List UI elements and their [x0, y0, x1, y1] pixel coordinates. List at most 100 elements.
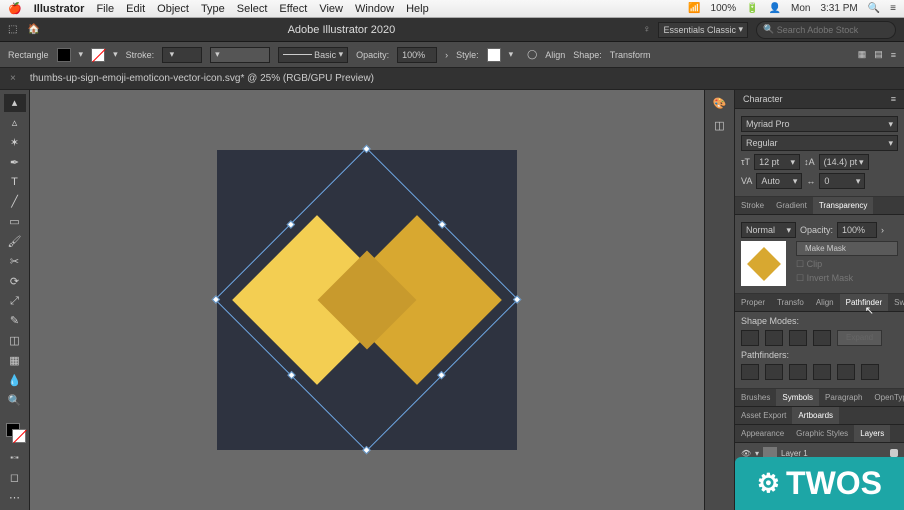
menu-edit[interactable]: Edit — [126, 3, 145, 15]
minus-back-button[interactable] — [861, 364, 879, 380]
trim-button[interactable] — [765, 364, 783, 380]
handle-tl[interactable] — [362, 145, 370, 153]
tab-swatches[interactable]: Swatch — [888, 294, 904, 311]
handle-br[interactable] — [362, 446, 370, 454]
crop-button[interactable] — [813, 364, 831, 380]
menu-list-icon[interactable]: ≡ — [890, 3, 896, 14]
menu-select[interactable]: Select — [237, 3, 268, 15]
tab-paragraph[interactable]: Paragraph — [819, 389, 868, 406]
merge-button[interactable] — [789, 364, 807, 380]
arrange-icon[interactable]: ▤ — [874, 49, 883, 60]
tab-transform[interactable]: Transfo — [771, 294, 810, 311]
outline-button[interactable] — [837, 364, 855, 380]
apple-icon[interactable]: 🍎 — [8, 2, 22, 15]
tracking-input[interactable]: 0▾ — [819, 173, 865, 189]
search-input[interactable]: 🔍 Search Adobe Stock — [756, 21, 896, 39]
free-transform-tool[interactable]: ◫ — [4, 332, 26, 350]
panel-menu-icon[interactable]: ≡ — [891, 50, 896, 60]
stroke-weight[interactable]: ▾ — [162, 47, 202, 63]
menu-window[interactable]: Window — [355, 3, 394, 15]
panel-menu-icon[interactable]: ≡ — [891, 94, 896, 104]
library-panel-icon[interactable]: ◫ — [709, 116, 731, 134]
align-label[interactable]: Align — [545, 50, 565, 60]
target-icon[interactable] — [890, 449, 898, 457]
var-width-profile[interactable]: ▾ — [210, 47, 270, 63]
graphic-style-swatch[interactable] — [487, 48, 501, 62]
canvas[interactable] — [30, 90, 704, 510]
fill-stroke-swap[interactable] — [4, 421, 26, 447]
tab-gradient[interactable]: Gradient — [770, 197, 813, 214]
help-icon[interactable]: ♀ — [643, 24, 651, 35]
tab-align[interactable]: Align — [810, 294, 840, 311]
color-panel-icon[interactable]: 🎨 — [709, 94, 731, 112]
home-icon[interactable]: ⬚ — [8, 24, 17, 35]
tab-brushes[interactable]: Brushes — [735, 389, 776, 406]
close-tab-icon[interactable]: × — [10, 73, 16, 84]
divide-button[interactable] — [741, 364, 759, 380]
wifi-icon[interactable]: 📶 — [688, 3, 700, 14]
line-tool[interactable]: ╱ — [4, 193, 26, 211]
handle-bm[interactable] — [287, 371, 295, 379]
menu-object[interactable]: Object — [157, 3, 189, 15]
selection-tool[interactable]: ▴ — [4, 94, 26, 112]
width-tool[interactable]: ✎ — [4, 312, 26, 330]
character-panel-header[interactable]: Character ≡ — [735, 90, 904, 109]
opacity-chevron[interactable]: › — [881, 225, 884, 235]
eyedropper-tool[interactable]: 💧 — [4, 371, 26, 389]
color-mode-icons[interactable]: ▪▫▪ — [4, 449, 26, 467]
stroke-swatch[interactable] — [91, 48, 105, 62]
minus-front-button[interactable] — [765, 330, 783, 346]
brush-tool[interactable]: 🖌 — [4, 233, 26, 251]
blend-mode-dropdown[interactable]: Normal▾ — [741, 222, 796, 238]
edit-toolbar[interactable]: ⋯ — [4, 488, 26, 506]
mac-menubar[interactable]: 🍎 Illustrator File Edit Object Type Sele… — [0, 0, 904, 18]
brush-def[interactable]: Basic ▾ — [278, 47, 348, 63]
selection-bounding-box[interactable] — [214, 147, 518, 451]
fill-dropdown[interactable]: ▾ — [79, 49, 84, 60]
tab-graphic-styles[interactable]: Graphic Styles — [790, 425, 854, 442]
tab-symbols[interactable]: Symbols — [776, 389, 819, 406]
menu-type[interactable]: Type — [201, 3, 225, 15]
rectangle-tool[interactable]: ▭ — [4, 213, 26, 231]
isolate-icon[interactable]: ▦ — [858, 49, 867, 60]
menu-view[interactable]: View — [319, 3, 343, 15]
tab-stroke[interactable]: Stroke — [735, 197, 770, 214]
recolor-icon[interactable]: ◯ — [527, 49, 537, 60]
handle-ml[interactable] — [287, 220, 295, 228]
screen-mode[interactable]: ◻ — [4, 468, 26, 486]
menu-file[interactable]: File — [96, 3, 114, 15]
magic-wand-tool[interactable]: ✶ — [4, 134, 26, 152]
exclude-button[interactable] — [813, 330, 831, 346]
spotlight-icon[interactable]: 🔍 — [868, 3, 880, 14]
tab-layers[interactable]: Layers — [854, 425, 890, 442]
artboard[interactable] — [217, 150, 517, 450]
scale-tool[interactable]: ⤢ — [4, 292, 26, 310]
font-style-dropdown[interactable]: Regular▾ — [741, 135, 898, 151]
cloud-home-icon[interactable]: 🏠 — [27, 24, 39, 35]
rotate-tool[interactable]: ⟳ — [4, 272, 26, 290]
tab-transparency[interactable]: Transparency — [813, 197, 874, 214]
trans-opacity-input[interactable]: 100% — [837, 222, 877, 238]
font-family-dropdown[interactable]: Myriad Pro▾ — [741, 116, 898, 132]
make-mask-button[interactable]: Make Mask — [796, 241, 898, 256]
intersect-button[interactable] — [789, 330, 807, 346]
document-tab[interactable]: thumbs-up-sign-emoji-emoticon-vector-ico… — [30, 73, 374, 84]
handle-mr[interactable] — [438, 371, 446, 379]
user-icon[interactable]: 👤 — [769, 3, 781, 14]
kerning-input[interactable]: Auto▾ — [756, 173, 802, 189]
menu-effect[interactable]: Effect — [279, 3, 307, 15]
direct-selection-tool[interactable]: ▵ — [4, 114, 26, 132]
leading-input[interactable]: (14.4) pt▾ — [819, 154, 869, 170]
handle-bl[interactable] — [212, 295, 220, 303]
opacity-chevron[interactable]: › — [445, 50, 448, 60]
workspace-switcher[interactable]: Essentials Classic ▾ — [658, 22, 748, 38]
gradient-tool[interactable]: ▦ — [4, 352, 26, 370]
font-size-input[interactable]: 12 pt▾ — [754, 154, 800, 170]
pen-tool[interactable]: ✒ — [4, 153, 26, 171]
fill-swatch[interactable] — [57, 48, 71, 62]
handle-tr[interactable] — [513, 295, 521, 303]
type-tool[interactable]: T — [4, 173, 26, 191]
transform-label[interactable]: Transform — [610, 50, 651, 60]
handle-tm[interactable] — [438, 220, 446, 228]
tab-properties[interactable]: Proper — [735, 294, 771, 311]
